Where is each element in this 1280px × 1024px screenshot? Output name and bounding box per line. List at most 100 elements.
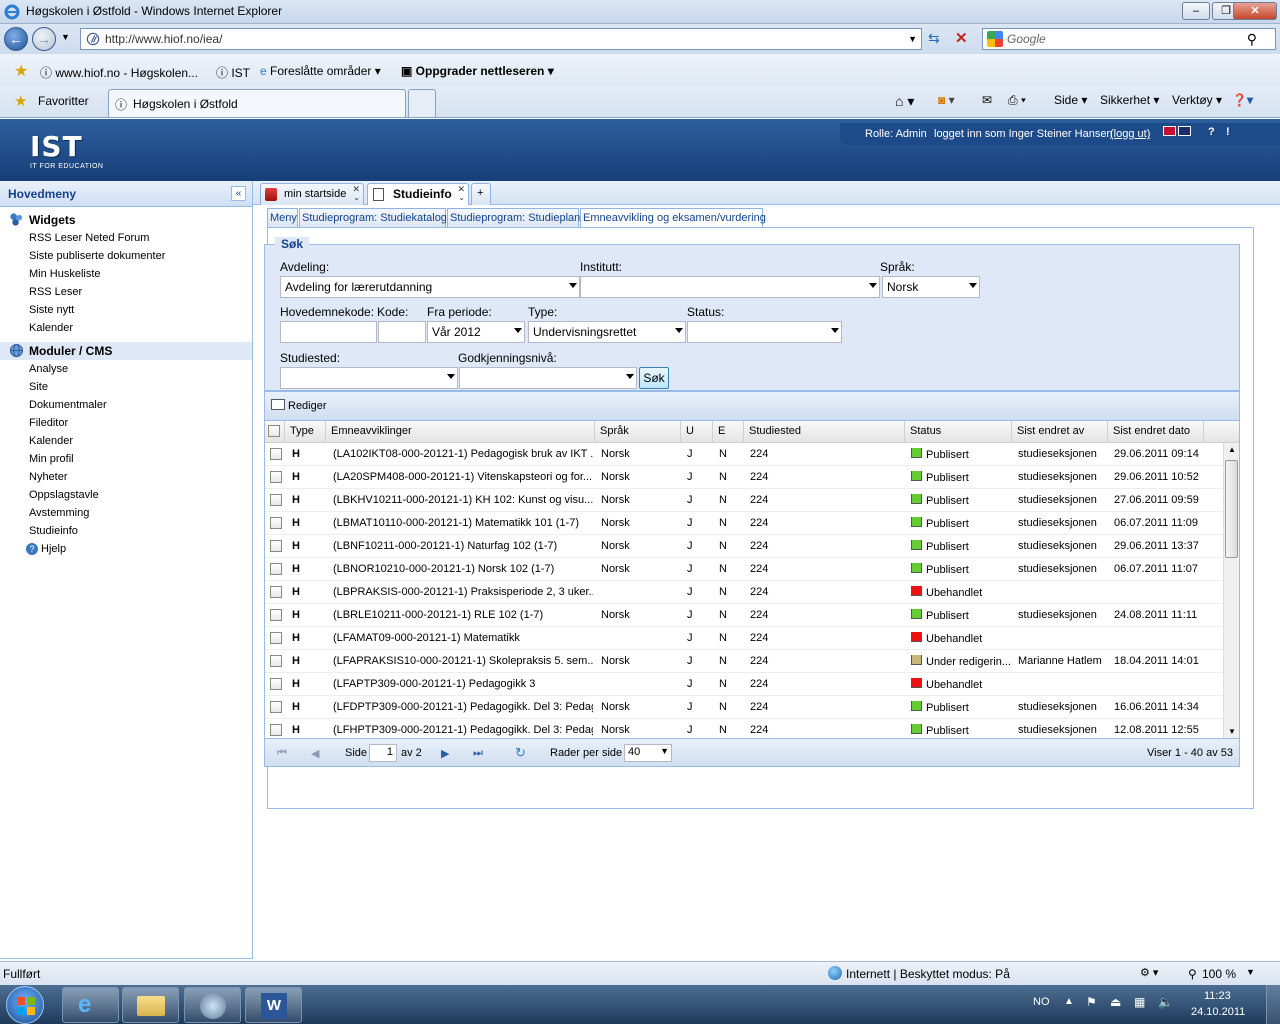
scroll-down-icon[interactable]: ▼ [1228,727,1236,736]
stop-icon[interactable]: ✕ [955,29,968,47]
scroll-up-icon[interactable]: ▲ [1228,445,1236,454]
row-checkbox[interactable] [270,724,282,736]
tab-studieinfo[interactable]: Studieinfo ✕ ⌄ [367,183,469,205]
add-favorite-star-icon[interactable]: ★ [14,61,28,81]
table-row[interactable]: H (LBNF10211-000-20121-1) Naturfag 102 (1… [265,535,1223,558]
next-page-icon[interactable]: ▶ [441,747,449,760]
row-checkbox[interactable] [270,701,282,713]
sidebar-item-templates[interactable]: Dokumentmaler [29,399,107,411]
english-flag-icon[interactable] [1178,126,1191,136]
row-checkbox[interactable] [270,517,282,529]
refresh-icon[interactable]: ⇆ [928,30,940,47]
table-row[interactable]: H (LFAPTP309-000-20121-1) Pedagogikk 3 J N 2… [265,673,1223,696]
taskbar-ie[interactable]: e [62,987,119,1023]
godkjenningsniva-select[interactable] [459,367,637,389]
row-checkbox[interactable] [270,632,282,644]
first-page-icon[interactable]: ⏮ [277,747,287,760]
col-sprak[interactable]: Språk [595,421,681,443]
home-icon[interactable]: ⌂ ▾ [895,93,914,110]
avdeling-select[interactable]: Avdeling for lærerutdanning [280,276,580,298]
subtab-studiekatalog[interactable]: Studieprogram: Studiekatalog [299,208,447,228]
search-button[interactable]: Søk [639,367,669,389]
select-all-checkbox[interactable] [268,425,280,437]
sidebar-item-nyheter[interactable]: Nyheter [29,471,68,483]
sidebar-item-news[interactable]: Siste nytt [29,304,74,316]
table-row[interactable]: H (LBRLE10211-000-20121-1) RLE 102 (1-7) N… [265,604,1223,627]
sidebar-item-rss-neted[interactable]: RSS Leser Neted Forum [29,232,149,244]
table-row[interactable]: H (LBPRAKSIS-000-20121-1) Praksisperiode … [265,581,1223,604]
sidebar-item-kalender[interactable]: Kalender [29,435,73,447]
row-checkbox[interactable] [270,494,282,506]
sprak-select[interactable]: Norsk [882,276,980,298]
forward-button[interactable]: → [32,27,56,51]
col-status[interactable]: Status [905,421,1012,443]
table-row[interactable]: H (LFAPRAKSIS10-000-20121-1) Skolepraksis… [265,650,1223,673]
norwegian-flag-icon[interactable] [1163,126,1176,136]
subtab-meny[interactable]: Meny [267,208,298,228]
browser-tab-active[interactable]: ⓘ Høgskolen i Østfold [108,89,406,117]
sidebar-item-analyse[interactable]: Analyse [29,363,68,375]
table-row[interactable]: H (LA102IKT08-000-20121-1) Pedagogisk bru… [265,443,1223,466]
col-sist-endret-av[interactable]: Sist endret av [1012,421,1108,443]
close-window-button[interactable]: ✕ [1233,2,1277,20]
table-row[interactable]: H (LFAMAT09-000-20121-1) Matematikk J N 224 U… [265,627,1223,650]
sidebar-group-widgets[interactable]: Widgets [0,211,252,229]
logout-link[interactable]: (logg ut) [1110,128,1150,140]
status-select[interactable] [687,321,842,343]
new-tab-button[interactable] [408,89,436,117]
favorites-button[interactable]: Favoritter [38,94,89,108]
network-icon[interactable]: ▦ [1134,995,1145,1009]
usb-icon[interactable]: ⏏ [1110,995,1121,1009]
language-indicator[interactable]: NO [1033,996,1050,1008]
row-checkbox[interactable] [270,678,282,690]
tab-menu-chevron-icon[interactable]: ⌄ [458,193,465,202]
sidebar-item-recent-docs[interactable]: Siste publiserte dokumenter [29,250,165,262]
grid-scrollbar[interactable]: ▲ ▼ [1223,443,1239,738]
start-button[interactable] [6,986,44,1024]
table-row[interactable]: H (LBMAT10110-000-20121-1) Matematikk 101… [265,512,1223,535]
tray-expand-icon[interactable]: ▲ [1064,996,1074,1007]
sidebar-item-fileditor[interactable]: Fileditor [29,417,68,429]
action-center-flag-icon[interactable]: ⚑ [1086,995,1097,1009]
taskbar-word[interactable]: W [245,987,302,1023]
sidebar-item-checklist[interactable]: Min Huskeliste [29,268,101,280]
tab-menu-chevron-icon[interactable]: ⌄ [353,193,360,202]
table-row[interactable]: H (LBNOR10210-000-20121-1) Norsk 102 (1-7… [265,558,1223,581]
page-input[interactable]: 1 [369,744,397,762]
taskbar-explorer[interactable] [122,987,179,1023]
col-studiested[interactable]: Studiested [744,421,905,443]
col-e[interactable]: E [713,421,744,443]
row-checkbox[interactable] [270,563,282,575]
clock-date[interactable]: 24.10.2011 [1191,1006,1245,1018]
per-page-select[interactable]: 40 ▼ [624,744,672,762]
row-checkbox[interactable] [270,471,282,483]
sidebar-group-modules[interactable]: Moduler / CMS [0,342,252,360]
table-row[interactable]: H (LA20SPM408-000-20121-1) Vitenskapsteor… [265,466,1223,489]
table-row[interactable]: H (LFHPTP309-000-20121-1) Pedagogikk. Del… [265,719,1223,738]
security-zone-text[interactable]: Internett | Beskyttet modus: På [846,967,1010,981]
row-checkbox[interactable] [270,609,282,621]
col-u[interactable]: U [681,421,713,443]
kode-input[interactable] [378,321,426,343]
zoom-dropdown-icon[interactable]: ▼ [1246,967,1255,977]
collapse-sidebar-icon[interactable]: « [231,186,246,201]
search-box[interactable]: Google ⚲ [982,28,1276,50]
edit-button[interactable]: Rediger [271,399,327,412]
col-type[interactable]: Type [285,421,326,443]
search-icon[interactable]: ⚲ [1247,31,1257,48]
history-dropdown-icon[interactable]: ▼ [61,32,70,42]
back-button[interactable]: ← [4,27,28,51]
fav-hiof[interactable]: ⓘ www.hiof.no - Høgskolen... [40,64,198,81]
sidebar-item-studieinfo[interactable]: Studieinfo [29,525,78,537]
page-menu[interactable]: Side ▾ [1054,93,1087,107]
last-page-icon[interactable]: ⏭ [473,747,483,760]
protected-mode-icon[interactable]: ⚙ ▾ [1140,966,1158,979]
subtab-studieplan[interactable]: Studieprogram: Studieplan [447,208,580,228]
zoom-level[interactable]: 100 % [1202,967,1236,981]
print-icon[interactable]: ⎙ ▾ [1008,93,1026,108]
fav-ist[interactable]: ⓘ IST [216,64,250,81]
show-desktop-button[interactable] [1266,985,1280,1024]
sidebar-item-profile[interactable]: Min profil [29,453,74,465]
hovedemnekode-input[interactable] [280,321,377,343]
fra-periode-select[interactable]: Vår 2012 [427,321,525,343]
